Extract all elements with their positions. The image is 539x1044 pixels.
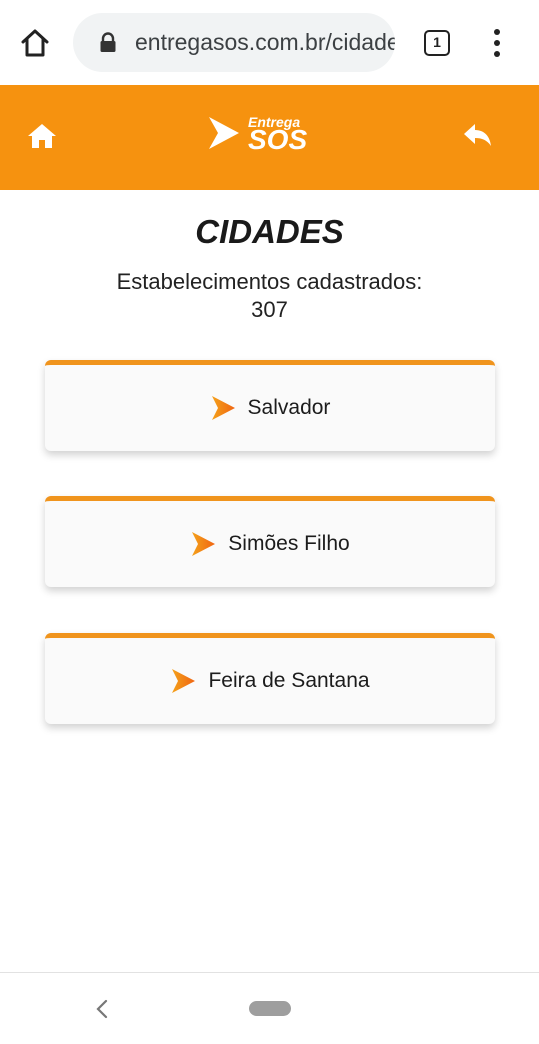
- more-vert-icon[interactable]: [488, 27, 508, 59]
- tab-switcher-button[interactable]: 1: [424, 30, 450, 56]
- home-pill-icon[interactable]: [249, 1001, 291, 1016]
- system-navigation-bar: [0, 973, 539, 1044]
- city-card-label: Feira de Santana: [208, 669, 370, 692]
- browser-toolbar: entregasos.com.br/cidades 1: [0, 0, 539, 85]
- address-bar[interactable]: entregasos.com.br/cidades: [73, 13, 395, 72]
- chevron-right-icon: [172, 669, 196, 693]
- url-text[interactable]: entregasos.com.br/cidades: [135, 27, 395, 57]
- chevron-right-icon: [192, 532, 216, 556]
- entrega-sos-logo[interactable]: Entrega SOS: [206, 112, 310, 158]
- city-card-salvador[interactable]: Salvador: [45, 360, 495, 451]
- page-title: CIDADES: [195, 213, 344, 250]
- city-card-feira-de-santana[interactable]: Feira de Santana: [45, 633, 495, 724]
- logo-text-sos: SOS: [248, 124, 308, 155]
- city-card-label: Simões Filho: [228, 532, 350, 555]
- home-icon: [28, 124, 56, 148]
- lock-icon: [100, 32, 116, 52]
- reply-icon: [464, 124, 491, 146]
- header-back-button[interactable]: [463, 121, 493, 149]
- back-chevron-icon[interactable]: [94, 998, 110, 1020]
- establishments-count-label: Estabelecimentos cadastrados:: [116, 269, 423, 294]
- home-icon: [21, 29, 49, 57]
- city-card-simoes-filho[interactable]: Simões Filho: [45, 496, 495, 587]
- header-home-button[interactable]: [26, 121, 58, 151]
- chevron-right-icon: [211, 396, 235, 420]
- chevron-right-icon: [209, 117, 239, 149]
- browser-home-button[interactable]: [18, 26, 52, 60]
- app-header: Entrega SOS: [0, 85, 539, 190]
- city-card-label: Salvador: [247, 396, 331, 419]
- establishments-count-value: 307: [251, 297, 288, 322]
